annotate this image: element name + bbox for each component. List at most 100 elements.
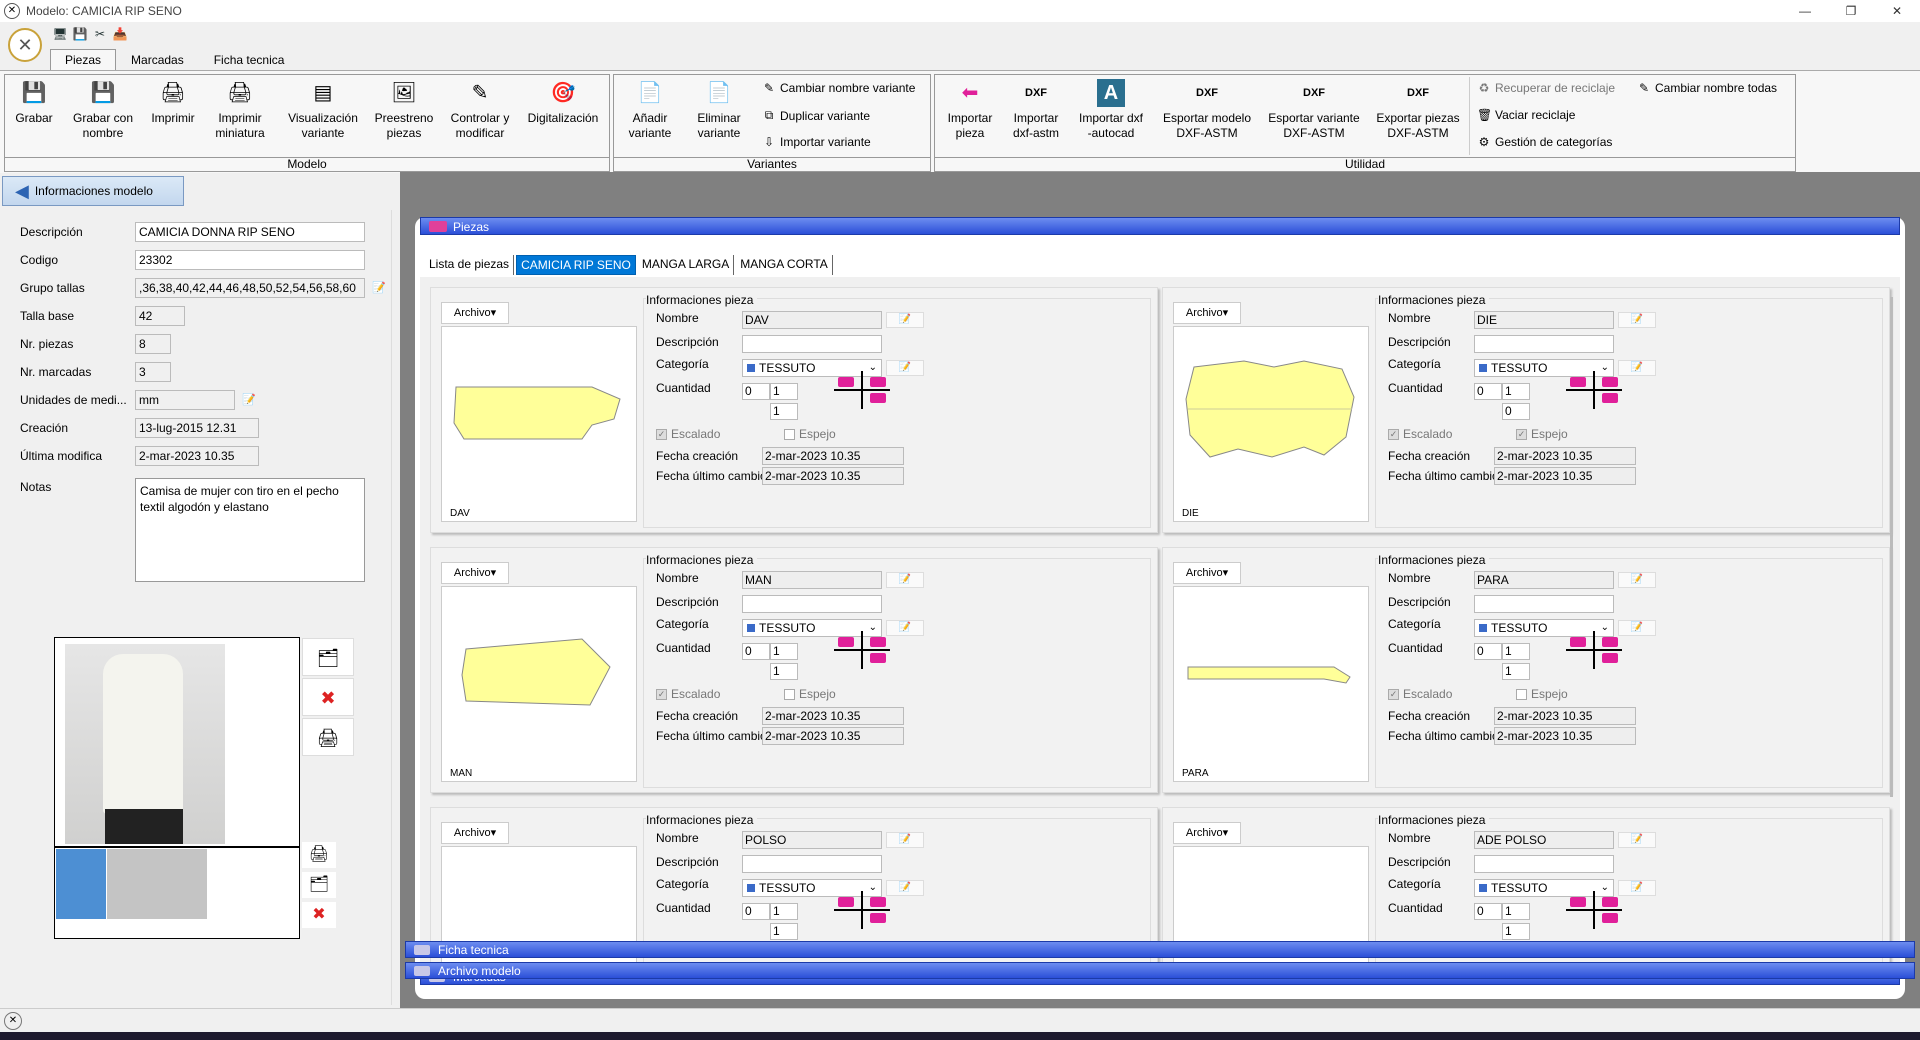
cantidad-field-1[interactable]: 1 <box>770 383 798 400</box>
cambiar-nombre-variante-button[interactable]: ✎ Cambiar nombre variante <box>762 81 915 95</box>
nombre-field[interactable]: DAV <box>742 311 882 329</box>
thumbnail-2[interactable] <box>107 849 207 919</box>
gestion-categorias-button[interactable]: ⚙ Gestión de categorías <box>1477 135 1613 149</box>
esportar-variante-button[interactable]: DXF Esportar variante DXF-ASTM <box>1263 79 1365 141</box>
escalado-checkbox[interactable]: ✓ Escalado <box>1388 687 1452 701</box>
cantidad-field-2[interactable]: 1 <box>770 923 798 940</box>
grabar-con-nombre-button[interactable]: 💾 Grabar con nombre <box>63 79 143 141</box>
tab-marcadas[interactable]: Marcadas <box>116 49 199 71</box>
espejo-checkbox[interactable]: Espejo <box>1516 687 1568 701</box>
edit-nombre-icon[interactable]: 📝 <box>886 312 924 328</box>
cantidad-field-1[interactable]: 1 <box>1502 383 1530 400</box>
visualizacion-variante-button[interactable]: ▤ Visualización variante <box>281 79 365 141</box>
symmetry-icon[interactable] <box>1566 631 1622 669</box>
edit-grupo-icon[interactable]: 📝 <box>372 281 386 294</box>
importar-dxf-astm-button[interactable]: DXF Importar dxf-astm <box>1005 79 1067 141</box>
edit-categoria-icon[interactable]: 📝 <box>886 880 924 896</box>
espejo-checkbox[interactable]: ✓ Espejo <box>1516 427 1568 441</box>
edit-nombre-icon[interactable]: 📝 <box>1618 572 1656 588</box>
piece-preview[interactable]: MAN <box>441 586 637 782</box>
edit-nombre-icon[interactable]: 📝 <box>886 832 924 848</box>
nombre-field[interactable]: MAN <box>742 571 882 589</box>
tab-camicia-rip-seno[interactable]: CAMICIA RIP SENO <box>516 255 636 275</box>
delete-thumbnail-button[interactable]: ✖ <box>302 902 336 928</box>
edit-nombre-icon[interactable]: 📝 <box>886 572 924 588</box>
importar-pieza-button[interactable]: ⬅ Importar pieza <box>939 79 1001 141</box>
escalado-checkbox[interactable]: ✓ Escalado <box>656 687 720 701</box>
eliminar-variante-button[interactable]: 📄 Eliminar variante <box>688 79 750 141</box>
delete-image-button[interactable]: ✖ <box>302 678 354 716</box>
informaciones-modelo-button[interactable]: ◀ Informaciones modelo <box>2 176 184 206</box>
symmetry-icon[interactable] <box>1566 891 1622 929</box>
descripcion-field[interactable] <box>742 335 882 353</box>
tab-manga-larga[interactable]: MANGA LARGA <box>638 255 735 275</box>
preestreno-piezas-button[interactable]: 🖼 Preestreno piezas <box>369 79 439 141</box>
nombre-field[interactable]: POLSO <box>742 831 882 849</box>
edit-categoria-icon[interactable]: 📝 <box>1618 360 1656 376</box>
close-button[interactable]: ✕ <box>1874 0 1920 22</box>
archivo-dropdown[interactable]: Archivo▾ <box>1173 822 1241 844</box>
load-thumbnail-button[interactable]: 🗂 <box>302 872 336 898</box>
cantidad-field-0[interactable]: 0 <box>1474 903 1502 920</box>
edit-categoria-icon[interactable]: 📝 <box>886 620 924 636</box>
scan-image-button[interactable]: 🖨 <box>302 718 354 756</box>
descripcion-field[interactable] <box>742 855 882 873</box>
edit-nombre-icon[interactable]: 📝 <box>1618 832 1656 848</box>
espejo-checkbox[interactable]: Espejo <box>784 687 836 701</box>
codigo-field[interactable]: 23302 <box>135 250 365 270</box>
espejo-checkbox[interactable]: Espejo <box>784 427 836 441</box>
escalado-checkbox[interactable]: ✓ Escalado <box>656 427 720 441</box>
importar-variante-button[interactable]: ⇩ Importar variante <box>762 135 871 149</box>
anadir-variante-button[interactable]: 📄 Añadir variante <box>620 79 680 141</box>
cambiar-nombre-todas-button[interactable]: ✎ Cambiar nombre todas <box>1637 81 1777 95</box>
archivo-dropdown[interactable]: Archivo▾ <box>441 822 509 844</box>
symmetry-icon[interactable] <box>834 891 890 929</box>
descripcion-field[interactable] <box>742 595 882 613</box>
grabar-button[interactable]: 💾 Grabar <box>11 79 57 126</box>
recuperar-reciclaje-button[interactable]: ♻ Recuperar de reciclaje <box>1477 81 1615 95</box>
nombre-field[interactable]: ADE POLSO <box>1474 831 1614 849</box>
section-ficha-tecnica[interactable]: Ficha tecnica <box>405 941 1915 958</box>
descripcion-field[interactable]: CAMICIA DONNA RIP SENO <box>135 222 365 242</box>
imprimir-button[interactable]: 🖨 Imprimir <box>145 79 201 126</box>
cantidad-field-1[interactable]: 1 <box>770 903 798 920</box>
vaciar-reciclaje-button[interactable]: 🗑 Vaciar reciclaje <box>1477 108 1575 122</box>
cantidad-field-0[interactable]: 0 <box>1474 383 1502 400</box>
minimize-button[interactable]: — <box>1782 0 1828 22</box>
tab-ficha-tecnica[interactable]: Ficha tecnica <box>199 49 300 71</box>
esportar-modelo-button[interactable]: DXF Esportar modelo DXF-ASTM <box>1157 79 1257 141</box>
imprimir-miniatura-button[interactable]: 🖨 Imprimir miniatura <box>207 79 273 141</box>
cantidad-field-1[interactable]: 1 <box>770 643 798 660</box>
descripcion-field[interactable] <box>1474 335 1614 353</box>
cantidad-field-0[interactable]: 0 <box>742 903 770 920</box>
tab-manga-corta[interactable]: MANGA CORTA <box>736 255 833 275</box>
edit-categoria-icon[interactable]: 📝 <box>886 360 924 376</box>
piece-preview[interactable]: DIE <box>1173 326 1369 522</box>
thumbnail-1[interactable] <box>56 849 106 919</box>
cantidad-field-1[interactable]: 1 <box>1502 643 1530 660</box>
section-piezas[interactable]: Piezas <box>420 217 1900 235</box>
tab-piezas[interactable]: Piezas <box>50 49 117 71</box>
symmetry-icon[interactable] <box>834 631 890 669</box>
load-image-button[interactable]: 🗂 <box>302 638 354 676</box>
escalado-checkbox[interactable]: ✓ Escalado <box>1388 427 1452 441</box>
edit-nombre-icon[interactable]: 📝 <box>1618 312 1656 328</box>
edit-categoria-icon[interactable]: 📝 <box>1618 620 1656 636</box>
cantidad-field-2[interactable]: 1 <box>770 663 798 680</box>
edit-categoria-icon[interactable]: 📝 <box>1618 880 1656 896</box>
piece-preview[interactable]: DAV <box>441 326 637 522</box>
archivo-dropdown[interactable]: Archivo▾ <box>441 562 509 584</box>
cantidad-field-2[interactable]: 1 <box>1502 923 1530 940</box>
cantidad-field-0[interactable]: 0 <box>742 383 770 400</box>
qat-monitor-icon[interactable]: 🖥 <box>52 26 68 42</box>
nombre-field[interactable]: DIE <box>1474 311 1614 329</box>
scan-thumbnail-button[interactable]: 🖨 <box>302 842 336 868</box>
descripcion-field[interactable] <box>1474 855 1614 873</box>
application-orb[interactable]: ✕ <box>8 28 42 62</box>
restore-button[interactable]: ❐ <box>1828 0 1874 22</box>
tab-lista-piezas[interactable]: Lista de piezas <box>425 255 515 275</box>
cantidad-field-2[interactable]: 1 <box>770 403 798 420</box>
cantidad-field-1[interactable]: 1 <box>1502 903 1530 920</box>
cantidad-field-0[interactable]: 0 <box>1474 643 1502 660</box>
qat-import-icon[interactable]: 📥 <box>112 26 128 42</box>
